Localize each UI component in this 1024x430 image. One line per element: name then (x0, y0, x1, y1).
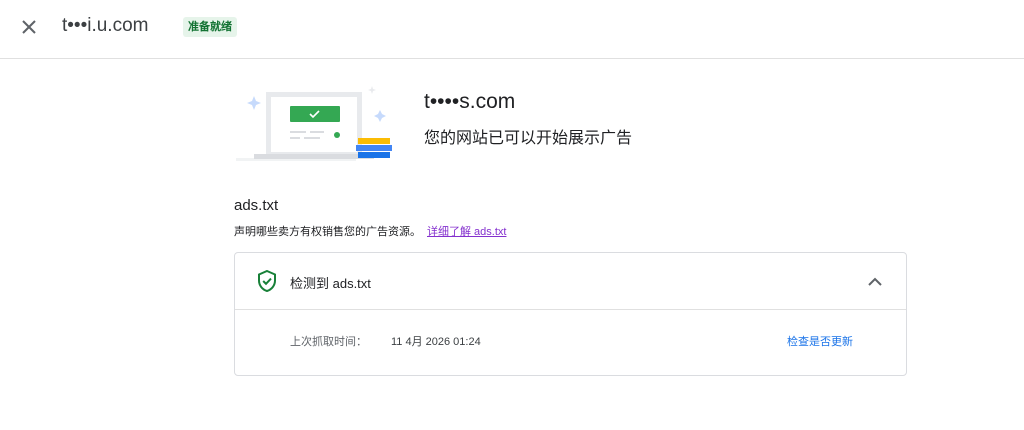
chevron-up-icon[interactable] (865, 272, 885, 292)
close-button[interactable] (16, 14, 42, 40)
close-icon (22, 20, 36, 34)
ads-txt-card-header[interactable]: 检测到 ads.txt (235, 253, 906, 310)
site-title: t•••i.u.com (62, 15, 149, 36)
last-fetch-value: 11 4月 2026 01:24 (391, 336, 481, 348)
check-updates-link[interactable]: 检查是否更新 (787, 333, 853, 349)
shield-check-icon (258, 270, 276, 292)
learn-more-link[interactable]: 详细了解 ads.txt (427, 226, 506, 238)
status-badge: 准备就绪 (183, 17, 237, 37)
ads-txt-description-text: 声明哪些卖方有权销售您的广告资源。 (234, 226, 421, 238)
last-fetch-label: 上次抓取时间： (290, 336, 367, 348)
ads-txt-detected-label: 检测到 ads.txt (290, 276, 371, 291)
ads-txt-heading: ads.txt (234, 197, 279, 214)
top-bar: t•••i.u.com 准备就绪 (0, 0, 1024, 59)
site-domain: t••••s.com (424, 90, 516, 113)
ads-txt-status-card: 检测到 ads.txt 上次抓取时间： 11 4月 2026 01:24 检查是… (234, 252, 907, 376)
site-ready-message: 您的网站已可以开始展示广告 (424, 130, 633, 147)
ready-illustration (234, 82, 394, 164)
ads-txt-description: 声明哪些卖方有权销售您的广告资源。 详细了解 ads.txt (234, 223, 506, 239)
